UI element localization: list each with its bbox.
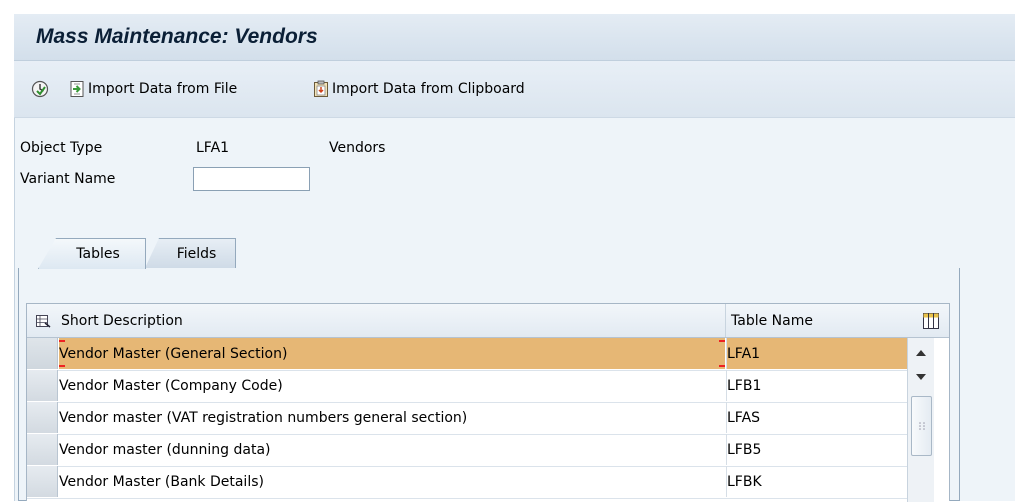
import-data-from-file-button[interactable]: Import Data from File [68,76,237,102]
focus-corner-marker [59,340,65,342]
scroll-down-button[interactable] [908,362,934,392]
table-header: Short Description Table Name [27,304,949,338]
object-type-value: LFA1 [196,140,230,156]
focus-corner-marker [59,365,65,367]
row-selector[interactable] [27,402,58,433]
vertical-scrollbar[interactable] [907,338,934,502]
triangle-up-icon [916,350,926,356]
focus-corner-marker [719,365,725,367]
clipboard-icon [312,80,330,98]
row-table-name: LFB1 [726,370,907,401]
scroll-thumb[interactable] [911,396,932,456]
page-title: Mass Maintenance: Vendors [36,25,318,48]
execute-button[interactable] [31,76,49,102]
table-row[interactable]: Vendor Master (General Section) LFA1 [27,338,907,371]
table-row[interactable]: Vendor master (dunning data) LFB5 [27,434,907,467]
column-settings-icon[interactable] [919,304,943,337]
title-bar: Mass Maintenance: Vendors [14,14,1015,61]
grip-icon [918,422,925,430]
focus-corner-marker [719,340,725,342]
column-header-short-description[interactable]: Short Description [61,304,721,337]
row-selector[interactable] [27,434,58,465]
row-selector[interactable] [27,370,58,401]
table-row[interactable]: Vendor Master (Company Code) LFB1 [27,370,907,403]
table-row[interactable]: Vendor Master (Bank Details) LFBK [27,466,907,499]
import-data-from-clipboard-button[interactable]: Import Data from Clipboard [312,76,525,102]
tab-tables[interactable]: Tables [38,238,146,269]
import-file-icon [68,80,86,98]
row-table-name: LFBK [726,466,907,497]
column-header-table-name[interactable]: Table Name [731,304,901,337]
row-description: Vendor master (VAT registration numbers … [59,409,468,426]
object-type-description: Vendors [329,140,386,156]
row-table-name: LFB5 [726,434,907,465]
row-description: Vendor master (dunning data) [59,441,271,458]
row-table-name: LFAS [726,402,907,433]
column-divider [725,304,726,337]
select-all-icon[interactable] [31,304,55,337]
tab-fields[interactable]: Fields [145,238,236,268]
row-selector[interactable] [27,338,58,369]
application-toolbar: Import Data from File Import Data from C… [14,61,1015,118]
variant-name-input[interactable] [193,167,310,191]
variant-name-label: Variant Name [20,171,116,187]
execute-clock-icon [31,80,49,98]
triangle-down-icon [916,374,926,380]
row-description: Vendor Master (General Section) [59,338,725,369]
row-description: Vendor Master (Company Code) [59,377,283,394]
row-description: Vendor Master (Bank Details) [59,473,264,490]
object-type-label: Object Type [20,140,103,156]
tab-tables-label: Tables [76,246,120,262]
tables-grid: Short Description Table Name Vendor Mast… [26,303,950,502]
row-table-name: LFA1 [726,338,907,369]
table-row[interactable]: Vendor master (VAT registration numbers … [27,402,907,435]
tab-fields-label: Fields [176,245,217,262]
import-clipboard-label: Import Data from Clipboard [332,81,525,97]
import-file-label: Import Data from File [88,81,238,97]
row-selector[interactable] [27,466,58,497]
